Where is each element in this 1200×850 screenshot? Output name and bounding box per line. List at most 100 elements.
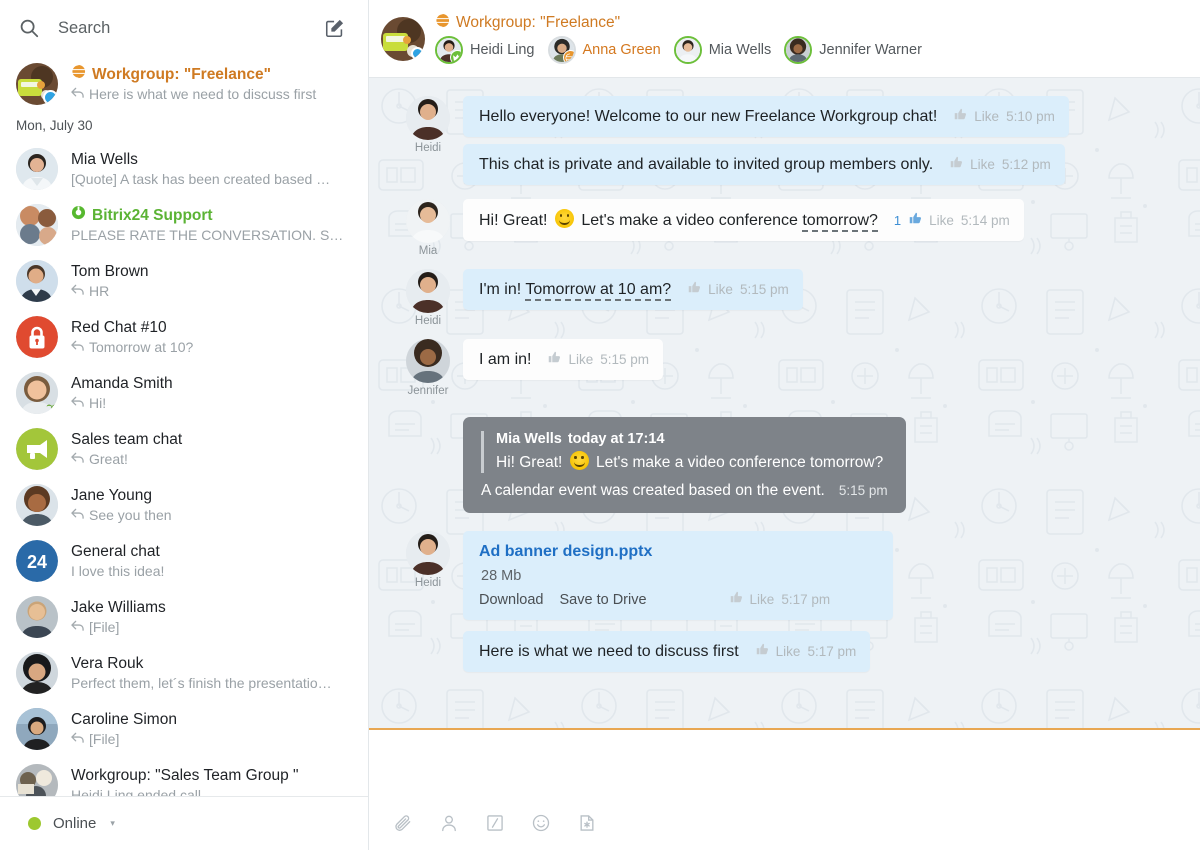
avatar[interactable] xyxy=(406,199,450,243)
chat-item-workgroup-freelance[interactable]: Workgroup: "Freelance" Here is what we n… xyxy=(0,56,368,112)
reply-arrow-icon xyxy=(71,338,84,357)
message-avatar-gutter: Heidi xyxy=(393,96,463,154)
chat-item-title: Jake Williams xyxy=(71,598,354,617)
member-name: Mia Wells xyxy=(709,42,772,58)
chat-item-subtitle: See you then xyxy=(89,506,172,525)
compose-icon[interactable] xyxy=(320,13,350,43)
reply-arrow-icon xyxy=(71,394,84,413)
message-input[interactable] xyxy=(369,730,1200,804)
chat-item-mia-wells[interactable]: Mia Wells [Quote] A task has been create… xyxy=(0,141,368,197)
avatar[interactable] xyxy=(406,96,450,140)
message-meta: Like 5:17 pm xyxy=(723,590,831,609)
search-input[interactable] xyxy=(54,19,320,38)
save-to-drive-link[interactable]: Save to Drive xyxy=(560,592,647,608)
message-bubble[interactable]: This chat is private and available to in… xyxy=(463,144,1065,185)
chat-item-vera-rouk[interactable]: Vera Rouk Perfect them, let´s finish the… xyxy=(0,645,368,701)
chat-item-tom-brown[interactable]: Tom Brown HR xyxy=(0,253,368,309)
chat-item-title: Workgroup: "Freelance" xyxy=(92,65,271,84)
chat-item-amanda-smith[interactable]: Amanda Smith Hi! xyxy=(0,365,368,421)
like-label[interactable]: Like xyxy=(929,213,954,228)
chat-list[interactable]: Workgroup: "Freelance" Here is what we n… xyxy=(0,56,368,796)
chat-item-sales-team-chat[interactable]: Sales team chat Great! xyxy=(0,421,368,477)
chat-item-jake-williams[interactable]: Jake Williams [File] xyxy=(0,589,368,645)
file-message-bubble[interactable]: Ad banner design.pptx 28 Mb Download Sav… xyxy=(463,531,893,620)
like-label[interactable]: Like xyxy=(776,644,801,659)
chat-item-subtitle: Hi! xyxy=(89,394,106,413)
member-anna-green[interactable]: Anna Green xyxy=(548,36,661,64)
like-label[interactable]: Like xyxy=(970,157,995,172)
chat-item-subtitle: Great! xyxy=(89,450,128,469)
avatar[interactable] xyxy=(406,339,450,383)
chat-item-subtitle-row: PLEASE RATE THE CONVERSATION. S… xyxy=(71,226,354,245)
reply-arrow-icon xyxy=(71,282,84,301)
insert-emoji-icon[interactable] xyxy=(529,811,553,835)
message-bubbles: Hi! Great! Let's make a video conference… xyxy=(463,199,1184,241)
message-bubble[interactable]: I am in! Like 5:15 pm xyxy=(463,339,663,380)
chat-item-caroline-simon[interactable]: Caroline Simon [File] xyxy=(0,701,368,757)
message-bubble[interactable]: Hello everyone! Welcome to our new Freel… xyxy=(463,96,1069,137)
file-name-link[interactable]: Ad banner design.pptx xyxy=(479,543,877,561)
insert-command-icon[interactable] xyxy=(483,811,507,835)
chat-avatar[interactable] xyxy=(381,17,425,61)
chat-item-red-chat-10[interactable]: Red Chat #10 Tomorrow at 10? xyxy=(0,309,368,365)
mention-user-icon[interactable] xyxy=(437,811,461,835)
like-icon[interactable] xyxy=(953,107,967,126)
like-icon[interactable] xyxy=(755,642,769,661)
like-label[interactable]: Like xyxy=(974,109,999,124)
download-link[interactable]: Download xyxy=(479,592,544,608)
user-status-bar[interactable]: Online ▾ xyxy=(0,796,368,850)
chat-item-subtitle: [File] xyxy=(89,618,119,637)
like-icon[interactable] xyxy=(949,155,963,174)
chat-item-subtitle-row: Hi! xyxy=(71,394,354,413)
chat-item-subtitle: [File] xyxy=(89,730,119,749)
sidebar: Workgroup: "Freelance" Here is what we n… xyxy=(0,0,369,850)
quoted-message-block[interactable]: Mia Wellstoday at 17:14 Hi! Great! Let's… xyxy=(463,417,906,513)
messages-scroll[interactable]: Heidi Hello everyone! Welcome to our new… xyxy=(369,78,1200,728)
date-mention[interactable]: Tomorrow at 10 am? xyxy=(525,281,671,301)
like-label[interactable]: Like xyxy=(750,592,775,607)
like-icon[interactable] xyxy=(687,280,701,299)
quote-body: Hi! Great! Let's make a video conference… xyxy=(496,451,888,473)
chat-item-subtitle: Tomorrow at 10? xyxy=(89,338,193,357)
avatar xyxy=(16,764,58,796)
chat-item-general-chat[interactable]: 24 General chat I love this idea! xyxy=(0,533,368,589)
like-icon[interactable] xyxy=(908,211,922,230)
chat-item-jane-young[interactable]: Jane Young See you then xyxy=(0,477,368,533)
message-time: 5:12 pm xyxy=(1002,157,1051,172)
messages-area[interactable]: Heidi Hello everyone! Welcome to our new… xyxy=(369,78,1200,728)
date-mention[interactable]: tomorrow? xyxy=(802,212,878,232)
chat-item-text: Sales team chat Great! xyxy=(71,430,354,469)
attach-file-icon[interactable] xyxy=(391,811,415,835)
message-text: I'm in! Tomorrow at 10 am? xyxy=(479,279,671,300)
chat-main: Workgroup: "Freelance" Heidi Ling xyxy=(369,0,1200,850)
message-bubble[interactable]: I'm in! Tomorrow at 10 am? Like 5:15 pm xyxy=(463,269,803,310)
member-jennifer-warner[interactable]: Jennifer Warner xyxy=(784,36,922,64)
insert-template-icon[interactable] xyxy=(575,811,599,835)
avatar[interactable] xyxy=(406,269,450,313)
like-icon[interactable] xyxy=(547,350,561,369)
chat-item-bitrix24-support[interactable]: Bitrix24 Support PLEASE RATE THE CONVERS… xyxy=(0,197,368,253)
message-meta: Like 5:17 pm xyxy=(749,642,857,661)
avatar xyxy=(548,36,576,64)
message-bubble[interactable]: Hi! Great! Let's make a video conference… xyxy=(463,199,1024,241)
member-heidi-ling[interactable]: Heidi Ling xyxy=(435,36,535,64)
chat-item-subtitle: [Quote] A task has been created based … xyxy=(71,170,330,189)
message-avatar-gutter: Heidi xyxy=(393,269,463,327)
chevron-down-icon[interactable]: ▾ xyxy=(110,818,115,829)
quote-text: Let's make a video conference tomorrow? xyxy=(596,454,883,471)
member-mia-wells[interactable]: Mia Wells xyxy=(674,36,772,64)
crown-icon xyxy=(450,50,463,64)
quote-time: today at 17:14 xyxy=(568,431,665,447)
like-icon[interactable] xyxy=(729,590,743,609)
chat-item-subtitle: HR xyxy=(89,282,109,301)
message-author: Heidi xyxy=(415,142,441,154)
avatar[interactable] xyxy=(406,531,450,575)
like-label[interactable]: Like xyxy=(568,352,593,367)
message-bubble[interactable]: Here is what we need to discuss first Li… xyxy=(463,631,870,672)
message-avatar-gutter: Mia xyxy=(393,199,463,257)
status-dot-icon xyxy=(28,817,41,830)
chat-item-workgroup-sales-team-group[interactable]: Workgroup: "Sales Team Group " Heidi Lin… xyxy=(0,757,368,796)
date-separator: Mon, July 30 xyxy=(0,112,368,141)
avatar xyxy=(435,36,463,64)
like-label[interactable]: Like xyxy=(708,282,733,297)
